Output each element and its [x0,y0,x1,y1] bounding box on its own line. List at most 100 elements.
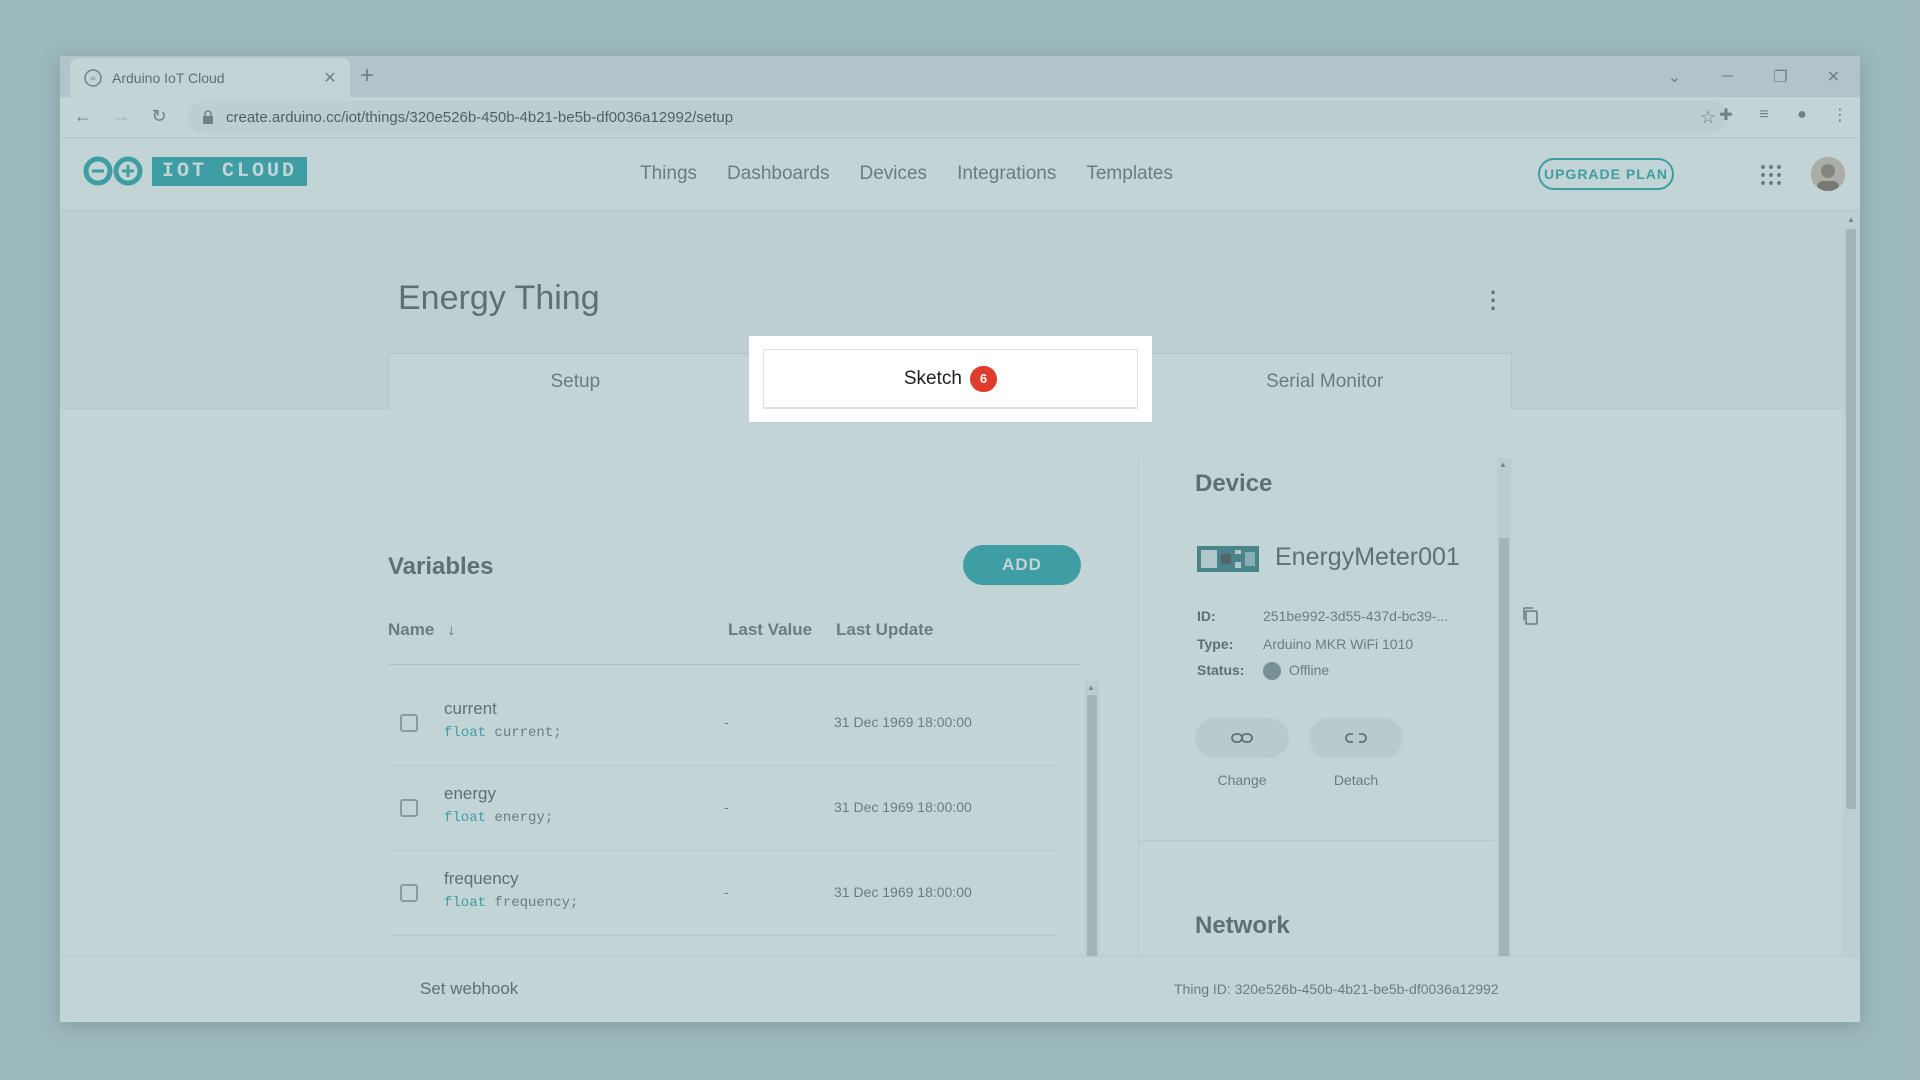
set-webhook-link[interactable]: Set webhook [420,979,518,999]
table-row[interactable]: energy float energy; - 31 Dec 1969 18:00… [388,766,1060,851]
forward-icon[interactable]: → [110,106,132,127]
close-window-icon[interactable]: ✕ [1807,67,1860,87]
browser-toolbar: ← → ↻ create.arduino.cc/iot/things/320e5… [60,97,1860,138]
link-icon [1231,733,1253,743]
upgrade-plan-button[interactable]: UPGRADE PLAN [1538,158,1674,190]
tab-serial-monitor[interactable]: Serial Monitor [1137,353,1513,409]
tab-setup[interactable]: Setup [388,353,763,409]
thing-menu-icon[interactable]: · · · [1490,282,1497,320]
variable-name: energy [444,784,496,803]
reload-icon[interactable]: ↻ [148,106,170,127]
network-section-title: Network [1195,912,1290,939]
copy-icon[interactable] [1521,606,1539,626]
browser-window: ∞ Arduino IoT Cloud ✕ + ⌄ ─ ❐ ✕ ← → ↻ cr… [60,56,1860,1022]
tab-title: Arduino IoT Cloud [112,69,225,86]
svg-text:∞: ∞ [90,74,97,83]
table-row[interactable]: frequency float frequency; - 31 Dec 1969… [388,851,1060,936]
lock-icon [200,110,216,124]
highlighted-sketch-tab[interactable]: Sketch 6 [763,349,1138,409]
variables-scrollbar[interactable]: ▲ [1085,681,1099,956]
variable-last-value: - [724,714,729,730]
column-name-header[interactable]: Name ↓ [388,620,456,640]
device-panel-scrollbar[interactable]: ▲ [1497,458,1511,956]
detach-device-button[interactable] [1309,718,1403,758]
address-bar[interactable]: create.arduino.cc/iot/things/320e526b-45… [188,101,1728,133]
restore-icon[interactable]: ❐ [1754,67,1807,87]
user-avatar[interactable] [1811,157,1845,191]
nav-things[interactable]: Things [640,163,697,185]
browser-tab[interactable]: ∞ Arduino IoT Cloud ✕ [70,58,350,97]
sort-arrow-down-icon: ↓ [447,620,456,639]
nav-integrations[interactable]: Integrations [957,163,1056,185]
device-panel: Device EnergyMeter001 ID: 251be992-3d55-4… [1138,458,1538,956]
row-checkbox[interactable] [400,799,418,817]
brand-text: IOT CLOUD [152,156,308,186]
variable-declaration: float energy; [444,810,553,826]
variables-scroll-thumb[interactable] [1087,695,1097,956]
apps-grid-icon[interactable] [1760,164,1782,186]
device-type-label: Type: [1197,636,1234,652]
column-last-update-header: Last Update [836,620,934,639]
variable-decl: frequency; [486,895,579,911]
thing-footer: Set webhook Thing ID: 320e526b-450b-4b21… [60,956,1860,1022]
variable-name: frequency [444,869,519,888]
device-section-title: Device [1195,470,1273,497]
media-controls-icon[interactable]: ≡ [1752,106,1776,124]
variable-last-update: 31 Dec 1969 18:00:00 [834,799,972,815]
change-label: Change [1217,772,1267,788]
column-last-value-header: Last Value [728,620,813,639]
variable-type: float [444,895,487,911]
device-scroll-thumb[interactable] [1499,538,1509,956]
arduino-logo[interactable]: IOT CLOUD [82,156,308,186]
page-scroll-thumb[interactable] [1846,229,1856,809]
variables-title: Variables [388,553,494,580]
tab-serial-monitor-label: Serial Monitor [1266,370,1384,392]
nav-dashboards[interactable]: Dashboards [727,163,829,185]
tab-strip: ∞ Arduino IoT Cloud ✕ + ⌄ ─ ❐ ✕ [60,56,1860,97]
variable-type: float [444,810,487,826]
extensions-icon[interactable]: ✚ [1714,105,1738,125]
variable-name: current [444,699,497,718]
scroll-up-arrow-icon[interactable]: ▲ [1499,460,1507,469]
device-status-value: Offline [1289,662,1330,678]
nav-templates[interactable]: Templates [1086,163,1173,185]
back-icon[interactable]: ← [72,106,94,127]
device-id-label: ID: [1197,608,1216,624]
unlink-icon [1345,733,1367,743]
device-divider [1139,840,1495,841]
minimize-icon[interactable]: ─ [1701,68,1754,86]
variable-last-update: 31 Dec 1969 18:00:00 [834,714,972,730]
scroll-up-arrow-icon[interactable]: ▲ [1087,683,1095,692]
page-scrollbar[interactable]: ▲ [1842,211,1860,956]
change-device-button[interactable] [1195,718,1289,758]
variable-last-value: - [724,884,729,900]
column-name-label: Name [388,620,435,639]
new-tab-icon[interactable]: + [360,64,374,88]
device-status-label: Status: [1197,662,1245,678]
board-image [1197,546,1259,572]
profile-icon[interactable]: ● [1790,106,1814,124]
nav-devices[interactable]: Devices [859,163,927,185]
highlighted-sketch-badge: 6 [969,365,998,392]
add-variable-button[interactable]: ADD [963,545,1081,585]
device-id-value: 251be992-3d55-437d-bc39-... [1263,608,1449,624]
main-nav: Things Dashboards Devices Integrations T… [640,138,1173,210]
arduino-favicon-icon: ∞ [84,68,102,87]
row-checkbox[interactable] [400,714,418,732]
variable-declaration: float frequency; [444,895,578,911]
variable-decl: energy; [486,810,554,826]
scroll-up-arrow-icon[interactable]: ▲ [1847,215,1855,224]
variable-decl: current; [486,725,562,741]
arduino-infinity-icon [83,156,143,186]
close-tab-icon[interactable]: ✕ [318,68,342,88]
row-checkbox[interactable] [400,884,418,902]
status-dot-icon [1263,662,1281,681]
page-title: Energy Thing [398,279,600,317]
browser-menu-icon[interactable]: ⋮ [1828,105,1852,125]
tab-setup-label: Setup [550,370,601,392]
app-header: IOT CLOUD Things Dashboards Devices Inte… [60,138,1860,211]
table-row[interactable]: current float current; - 31 Dec 1969 18:… [388,681,1060,766]
thing-id-text: Thing ID: 320e526b-450b-4b21-be5b-df0036… [1174,981,1499,997]
tab-search-icon[interactable]: ⌄ [1648,67,1701,87]
device-name[interactable]: EnergyMeter001 [1275,543,1460,572]
